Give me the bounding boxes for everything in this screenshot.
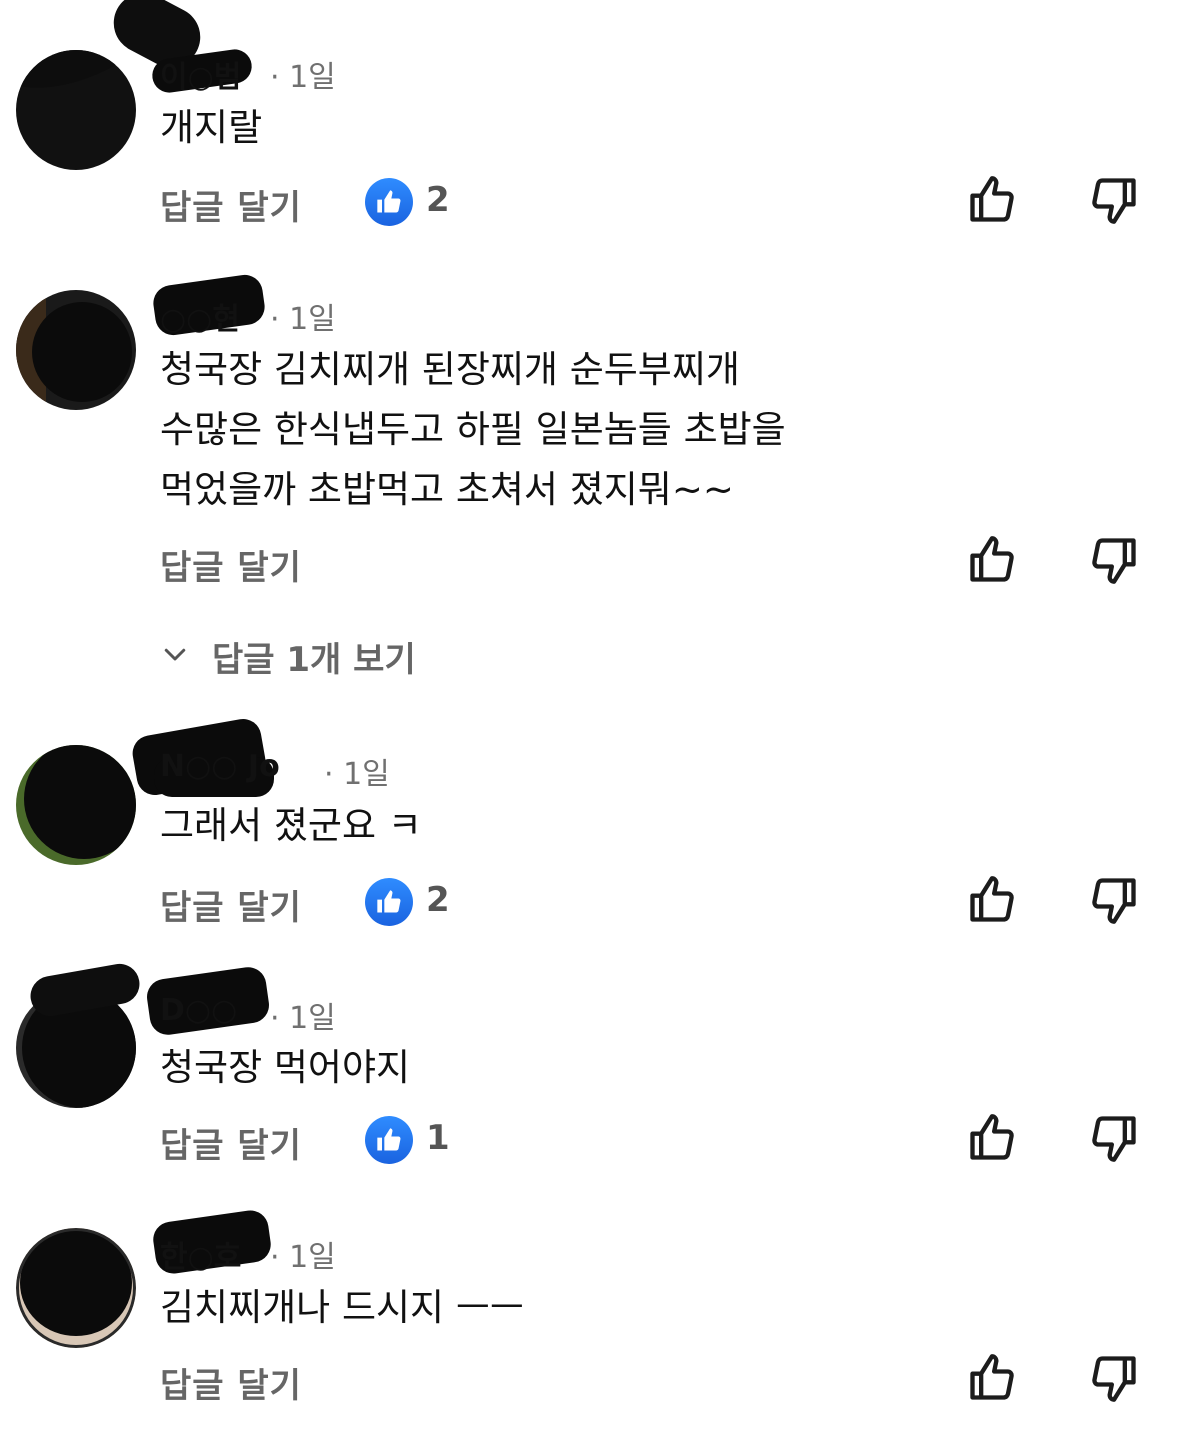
thumbs-up-icon [365,178,413,226]
comment-header: ○○현 [151,272,267,338]
avatar[interactable] [16,745,136,865]
chevron-down-icon [160,639,190,673]
thumbs-up-outline-icon[interactable] [966,174,1018,226]
reply-button[interactable]: 답글 달기 [160,1118,302,1167]
thumbs-down-outline-icon[interactable] [1088,1112,1140,1164]
comment-actions: 답글 달기 2 [160,876,1186,930]
view-replies-label: 답글 1개 보기 [212,639,416,680]
comment-actions: 답글 달기 1 [160,1114,1186,1168]
comment-text: 청국장 김치찌개 된장찌개 순두부찌개 수많은 한식냅두고 하필 일본놈들 초밥… [160,348,786,511]
thumbs-down-outline-icon[interactable] [1088,1352,1140,1404]
thumbs-up-icon [365,1116,413,1164]
thumbs-down-outline-icon[interactable] [1088,174,1140,226]
thumbs-up-outline-icon[interactable] [966,534,1018,586]
thumbs-up-outline-icon[interactable] [966,1352,1018,1404]
reply-button[interactable]: 답글 달기 [160,180,302,229]
timestamp: · 1일 [270,1240,336,1275]
author-name[interactable]: 이○범 [160,60,241,95]
comment-header: 이○범 [150,47,254,95]
comment-text: 청국장 먹어야지 [160,1046,411,1089]
author-name[interactable]: 한○호 [160,1240,241,1275]
comment-header: D○○ [144,964,272,1038]
timestamp: · 1일 [270,60,336,95]
reply-button[interactable]: 답글 달기 [160,1358,302,1407]
comment-text: 김치찌개나 드시지 ㅡㅡ [160,1286,524,1329]
avatar[interactable] [16,50,136,170]
comment-header: 한○호 [150,1208,274,1276]
thumbs-down-outline-icon[interactable] [1088,874,1140,926]
thumbs-up-outline-icon[interactable] [966,874,1018,926]
comment-actions: 답글 달기 [160,536,1186,590]
view-replies-button[interactable]: 답글 1개 보기 [160,632,416,680]
thumbs-up-icon [365,878,413,926]
author-name[interactable]: D○○ [160,993,237,1028]
comment-text: 그래서 졌군요 ㅋ [160,804,422,847]
comment-header: N○○ Jo [129,716,280,798]
thumbs-up-outline-icon[interactable] [966,1112,1018,1164]
like-count: 1 [426,1118,450,1158]
like-count: 2 [426,180,450,220]
comment-actions: 답글 달기 [160,1354,1186,1408]
author-name[interactable]: ○○현 [160,302,240,337]
reply-button[interactable]: 답글 달기 [160,540,302,589]
timestamp: · 1일 [270,302,336,337]
avatar[interactable] [16,1228,136,1348]
like-count: 2 [426,880,450,920]
comment-text: 개지랄 [160,106,263,149]
timestamp: · 1일 [324,757,390,792]
timestamp: · 1일 [270,1001,336,1036]
reply-button[interactable]: 답글 달기 [160,880,302,929]
comment-actions: 답글 달기 2 [160,176,1186,230]
thumbs-down-outline-icon[interactable] [1088,534,1140,586]
author-name[interactable]: N○○ Jo [160,749,280,784]
avatar[interactable] [16,290,136,410]
